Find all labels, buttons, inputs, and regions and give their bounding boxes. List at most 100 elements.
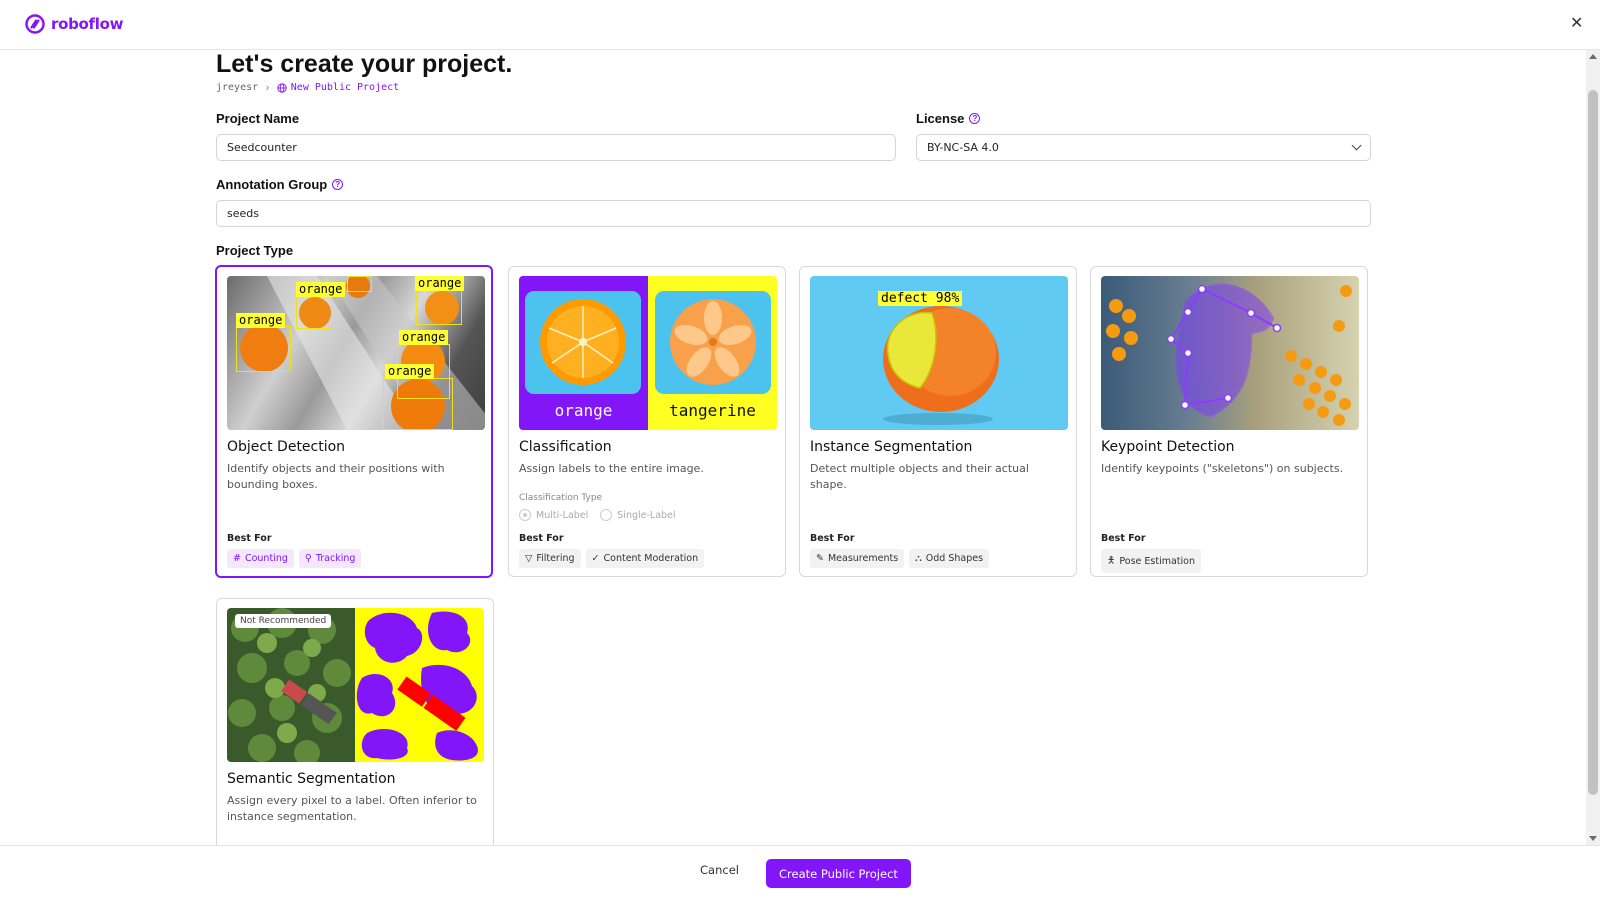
license-label-text: License [916,111,965,126]
not-recommended-badge: Not Recommended [235,614,332,628]
tag-label: Measurements [827,553,899,564]
license-label: License ? [916,111,981,126]
annotation-group-label-text: Annotation Group [216,177,328,192]
class-label-tangerine: tangerine [669,401,756,420]
card-classification[interactable]: orange tangerine Classification Assign l… [508,266,786,577]
orange-panel: orange [519,276,648,430]
tag-label: Filtering [536,553,575,564]
card-keypoint-detection[interactable]: Keypoint Detection Identify keypoints ("… [1090,266,1368,577]
license-select[interactable]: BY-NC-SA 4.0 [916,134,1371,161]
tag-label: Tracking [315,553,356,564]
footer-bar: Cancel Create Public Project [0,845,1600,900]
card-description: Assign every pixel to a label. Often inf… [227,794,477,823]
help-icon[interactable]: ? [969,113,981,124]
card-description: Detect multiple objects and their actual… [810,462,1029,491]
project-name-input[interactable]: Seedcounter [216,134,896,161]
tracking-icon: ⚲ [304,553,312,564]
classification-type-radios: Multi-Label Single-Label [519,509,676,521]
detection-label: orange [296,282,346,297]
pencil-icon: ✎ [816,553,824,564]
top-bar: roboflow ✕ [0,0,1600,50]
project-type-label-text: Project Type [216,243,294,258]
best-for-tags: ▽ Filtering ✓ Content Moderation [519,549,705,568]
tag-odd-shapes: ⛬ Odd Shapes [909,549,990,568]
card-title: Object Detection [227,439,346,455]
best-for-label: Best For [227,533,272,544]
create-public-project-button[interactable]: Create Public Project [766,859,911,888]
radio-dot [600,509,613,521]
roboflow-logo[interactable]: roboflow [25,14,123,34]
radio-single-label[interactable]: Single-Label [600,509,676,521]
globe-icon [277,82,287,93]
radio-dot [519,509,531,521]
defect-label: defect 98% [878,291,963,306]
filter-icon: ▽ [525,553,533,564]
tangerine-panel: tangerine [648,276,777,430]
brand-name: roboflow [51,15,124,33]
main-content: Let's create your project. jreyesr › New… [0,50,1586,845]
roboflow-logo-icon [25,14,45,34]
tag-pose-estimation: 🯅 Pose Estimation [1101,549,1201,573]
project-name-label-text: Project Name [216,111,300,126]
card-description: Assign labels to the entire image. [519,462,704,475]
semantic-segmentation-image: Not Recommended [227,608,484,762]
tag-filtering: ▽ Filtering [519,549,581,568]
bounding-box [347,276,372,292]
card-title: Keypoint Detection [1101,439,1235,455]
help-icon[interactable]: ? [332,179,344,190]
object-detection-image: orange orange orange orange orange [227,276,485,430]
detection-label: orange [385,364,435,379]
card-instance-segmentation[interactable]: defect 98% Instance Segmentation Detect … [799,266,1077,577]
annotation-group-input[interactable]: seeds [216,200,1371,227]
bounding-box [296,295,332,329]
scroll-down-icon[interactable] [1589,836,1597,841]
close-icon[interactable]: ✕ [1570,13,1583,32]
card-title: Instance Segmentation [810,439,973,455]
best-for-label: Best For [519,533,564,544]
classification-image: orange tangerine [519,276,777,430]
scroll-up-icon[interactable] [1589,54,1597,59]
instance-segmentation-image: defect 98% [810,276,1068,430]
running-person-icon: 🯅 [1107,555,1116,566]
card-object-detection[interactable]: orange orange orange orange orange Objec… [215,265,493,578]
tag-label: Pose Estimation [1119,555,1195,567]
radio-label: Multi-Label [536,509,589,521]
license-selected-value: BY-NC-SA 4.0 [927,141,999,154]
tag-label: Counting [244,553,288,564]
tangerine-illustration [670,299,756,385]
detection-label: orange [236,313,286,328]
breadcrumb-project: New Public Project [277,82,399,93]
worker-keypoints-illustration [1106,283,1352,426]
keypoint-detection-image [1101,276,1359,430]
cancel-button[interactable]: Cancel [700,863,739,877]
detection-label: orange [399,330,449,345]
scrollbar-thumb[interactable] [1588,90,1598,795]
class-label-orange: orange [554,401,613,420]
tangerine-bg [655,291,771,394]
orange-bg [525,291,641,394]
detection-label: orange [415,276,465,291]
chevron-down-icon [1351,140,1362,151]
project-type-label: Project Type [216,243,293,258]
card-semantic-segmentation[interactable]: Not Recommended Semantic Segmentation As… [216,598,494,845]
best-for-tags: # Counting ⚲ Tracking [227,549,362,568]
radio-multi-label[interactable]: Multi-Label [519,509,588,521]
card-title: Semantic Segmentation [227,771,396,787]
breadcrumb-user[interactable]: jreyesr [216,82,258,93]
bounding-box [383,378,453,430]
hash-icon: # [233,553,241,564]
check-icon: ✓ [591,553,600,564]
orchard-segmentation-illustration [227,608,484,762]
tag-label: Content Moderation [603,553,699,564]
page-title: Let's create your project. [216,50,513,78]
vertical-scrollbar[interactable] [1586,50,1600,845]
best-for-tags: 🯅 Pose Estimation [1101,549,1201,573]
tag-counting: # Counting [227,549,294,568]
tag-tracking: ⚲ Tracking [298,549,362,568]
chevron-right-icon: › [264,81,271,94]
breadcrumb: jreyesr › New Public Project [216,81,399,94]
annotation-group-label: Annotation Group ? [216,177,344,192]
classification-type-label: Classification Type [519,493,603,503]
radio-label: Single-Label [617,509,676,521]
best-for-label: Best For [810,533,855,544]
